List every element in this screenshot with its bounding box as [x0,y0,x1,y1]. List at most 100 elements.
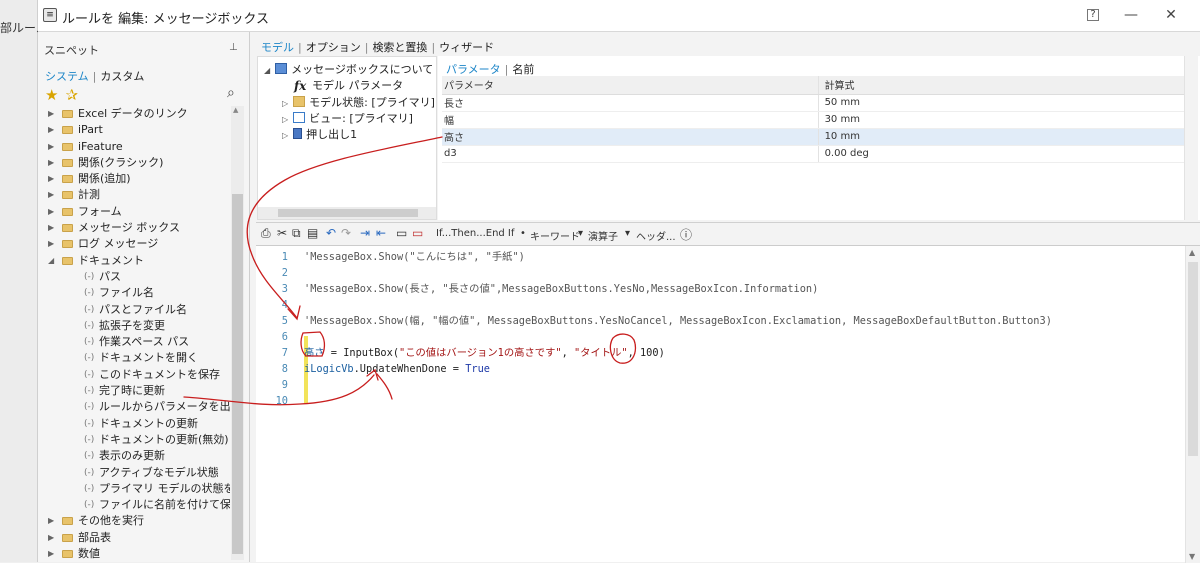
table-row[interactable]: d3 0.00 deg [442,145,1184,163]
code-line[interactable]: 1 'MessageBox.Show("こんにちは", "手紙") [256,249,525,265]
expand-arrow-icon[interactable]: ▶ [48,139,54,155]
collapse-arrow-icon[interactable]: ◢ [264,66,270,75]
tab-model[interactable]: モデル [261,41,294,54]
snippet-item[interactable]: (-) パスとファイル名 [38,302,230,318]
expand-arrow-icon[interactable]: ▶ [48,513,54,529]
expand-arrow-icon[interactable]: ▶ [48,155,54,171]
code-line[interactable]: 6 [256,329,304,345]
snippet-item[interactable]: (-) プライマリ モデルの状態をアクティ [38,481,230,497]
tab-custom[interactable]: カスタム [100,70,144,83]
star-add-icon[interactable]: ✰ [65,86,78,104]
code-line[interactable]: 10 [256,393,304,409]
snippet-item[interactable]: (-) 表示のみ更新 [38,448,230,464]
expand-arrow-icon[interactable]: ▶ [48,220,54,236]
tab-parameters[interactable]: パラメータ [446,63,501,76]
snippet-folder[interactable]: ▶ 計測 [38,187,230,203]
keyword-menu[interactable]: キーワード [530,228,580,243]
expand-arrow-icon[interactable]: ▶ [48,187,54,203]
scrollbar-thumb[interactable] [278,209,418,217]
scroll-up-icon[interactable]: ▲ [1189,248,1195,257]
scrollbar-thumb[interactable] [1188,262,1198,456]
snippet-item[interactable]: (-) ファイルに名前を付けて保存 [38,497,230,513]
snippet-folder[interactable]: ▶ 部品表 [38,530,230,546]
expand-arrow-icon[interactable]: ▶ [48,236,54,252]
snippet-folder[interactable]: ▶ iPart [38,122,230,138]
model-tree-hscroll[interactable] [258,207,436,219]
snippet-item[interactable]: (-) 拡張子を変更 [38,318,230,334]
expand-arrow-icon[interactable]: ▶ [48,106,54,122]
code-line[interactable]: 5 'MessageBox.Show(幅, "幅の値", MessageBoxBu… [256,313,1052,329]
snippet-folder[interactable]: ▶ 数値 [38,546,230,562]
snippet-folder[interactable]: ▶ メッセージ ボックス [38,220,230,236]
search-icon[interactable]: ⌕ [227,85,235,101]
copy-icon[interactable]: ⧉ [292,226,301,241]
expand-arrow-icon[interactable]: ▶ [48,204,54,220]
pin-icon[interactable]: ⊥ [229,42,238,53]
snippet-item[interactable]: (-) このドキュメントを保存 [38,367,230,383]
code-line[interactable]: 8 iLogicVb.UpdateWhenDone = True [256,361,490,377]
parameter-scrollbar[interactable] [1184,56,1198,220]
help-button[interactable]: ? [1087,9,1099,21]
snippet-folder[interactable]: ◢ ドキュメント [38,253,230,269]
model-tree-root[interactable]: ◢ メッセージボックスについて [264,61,433,77]
column-header-parameter[interactable]: パラメータ [442,76,819,95]
ifthen-button[interactable]: If...Then...End If [436,228,514,239]
tab-wizard[interactable]: ウィザード [439,41,494,54]
code-line[interactable]: 7 高さ = InputBox("この値はバージョン1の高さです", "タイトル"… [256,345,665,361]
snippet-folder[interactable]: ▶ 関係(追加) [38,171,230,187]
indent-icon[interactable]: ⇥ [360,226,370,240]
expand-arrow-icon[interactable]: ▷ [282,131,288,140]
code-line[interactable]: 4 [256,297,304,313]
snippet-folder[interactable]: ▶ フォーム [38,204,230,220]
collapse-arrow-icon[interactable]: ◢ [48,253,54,269]
table-row[interactable]: 長さ 50 mm [442,94,1184,112]
expand-arrow-icon[interactable]: ▷ [282,115,288,124]
expand-arrow-icon[interactable]: ▶ [48,122,54,138]
tab-options[interactable]: オプション [306,41,361,54]
snippet-folder[interactable]: ▶ その他を実行 [38,513,230,529]
code-editor[interactable]: 1 'MessageBox.Show("こんにちは", "手紙") 2 3 'Mes… [256,245,1200,563]
snippet-item[interactable]: (-) ドキュメントの更新 [38,416,230,432]
view-node[interactable]: ▷ ビュー: [プライマリ] [282,110,413,126]
tab-system[interactable]: システム [45,70,89,83]
snippet-scrollbar[interactable]: ▲ [231,106,244,560]
expand-arrow-icon[interactable]: ▶ [48,171,54,187]
model-params-node[interactable]: fx モデル パラメータ [294,77,403,93]
expand-arrow-icon[interactable]: ▶ [48,530,54,546]
outdent-icon[interactable]: ⇤ [376,226,386,240]
snippet-folder[interactable]: ▶ ログ メッセージ [38,236,230,252]
scroll-down-icon[interactable]: ▼ [1189,552,1195,561]
cut-icon[interactable]: ✂ [277,226,287,240]
code-scrollbar[interactable]: ▲ ▼ [1185,246,1200,563]
tab-search-replace[interactable]: 検索と置換 [372,41,427,54]
help-circle-icon[interactable]: ⓘ [680,226,692,243]
header-menu[interactable]: ヘッダ... [636,228,676,243]
snippet-folder[interactable]: ▶ iFeature [38,139,230,155]
snippet-item[interactable]: (-) 完了時に更新 [38,383,230,399]
close-button[interactable]: ✕ [1161,6,1181,24]
snippet-item[interactable]: (-) ルールからパラメータを出力 [38,399,230,415]
snippet-folder[interactable]: ▶ Excel データのリンク [38,106,230,122]
snippet-item[interactable]: (-) ドキュメントの更新(無効) [38,432,230,448]
snippet-item[interactable]: (-) 作業スペース パス [38,334,230,350]
code-line[interactable]: 2 [256,265,304,281]
maximize-button[interactable] [1124,6,1144,24]
model-state-node[interactable]: ▷ モデル状態: [プライマリ] [282,94,435,110]
expand-arrow-icon[interactable]: ▶ [48,546,54,562]
snippet-item[interactable]: (-) パス [38,269,230,285]
tab-name[interactable]: 名前 [512,63,534,76]
print-icon[interactable]: ⎙ [261,226,271,241]
operator-menu[interactable]: 演算子 [588,228,618,243]
expand-arrow-icon[interactable]: ▷ [282,99,288,108]
scroll-up-icon[interactable]: ▲ [233,106,238,114]
uncomment-icon[interactable]: ▭ [412,226,423,240]
comment-icon[interactable]: ▭ [396,226,407,240]
snippet-item[interactable]: (-) ドキュメントを開く [38,350,230,366]
table-row-selected[interactable]: 高さ 10 mm [442,128,1184,146]
undo-icon[interactable]: ↶ [326,226,336,240]
paste-icon[interactable]: ▤ [307,226,318,240]
column-header-formula[interactable]: 計算式 [817,76,1184,95]
redo-icon[interactable]: ↷ [341,226,351,240]
table-row[interactable]: 幅 30 mm [442,111,1184,129]
code-line[interactable]: 3 'MessageBox.Show(長さ, "長さの値",MessageBoxB… [256,281,819,297]
